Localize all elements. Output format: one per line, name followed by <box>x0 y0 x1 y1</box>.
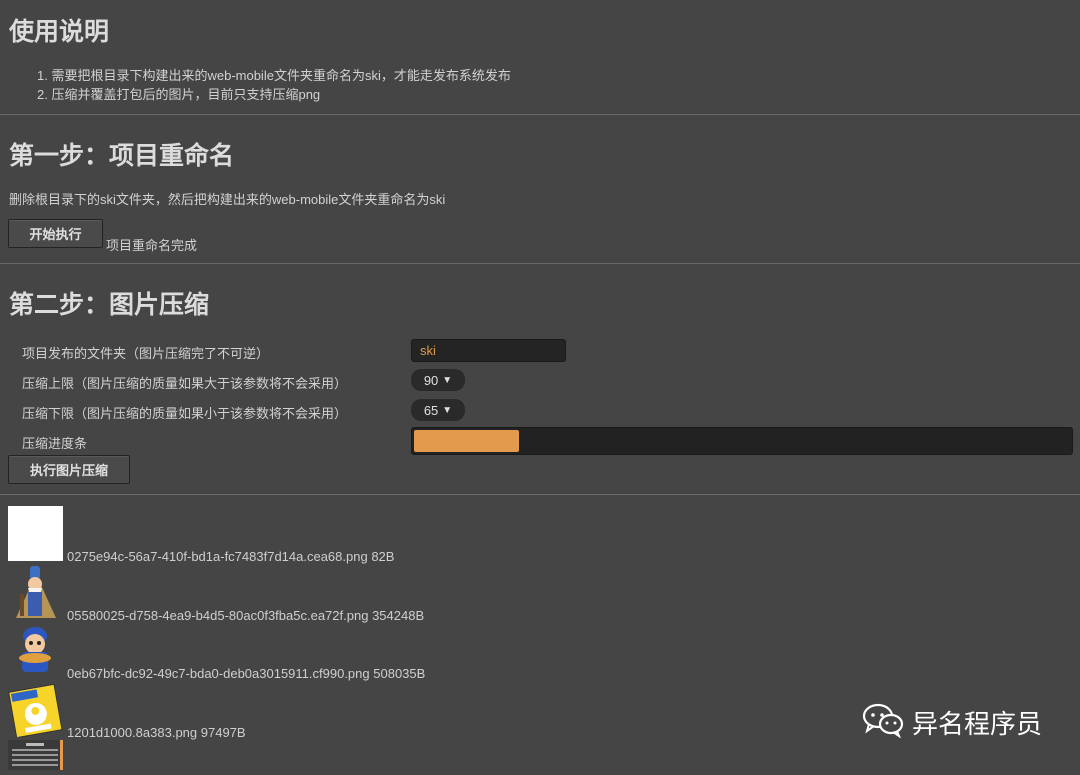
max-quality-label: 压缩上限（图片压缩的质量如果大于该参数将不会采用） <box>22 373 347 392</box>
start-rename-button[interactable]: 开始执行 <box>8 219 103 248</box>
compress-images-button[interactable]: 执行图片压缩 <box>8 455 130 484</box>
divider <box>0 114 1080 115</box>
min-quality-select[interactable]: 65 ▼ <box>411 399 465 421</box>
folder-label: 项目发布的文件夹（图片压缩完了不可逆） <box>22 343 269 362</box>
chevron-down-icon: ▼ <box>442 405 452 416</box>
progress-label: 压缩进度条 <box>22 433 87 452</box>
folder-input[interactable]: ski <box>411 339 566 362</box>
wizard-character-icon <box>8 564 63 619</box>
watermark: 异名程序员 <box>862 702 1042 743</box>
list-item: 05580025-d758-4ea9-b4d5-80ac0f3fba5c.ea7… <box>67 608 424 623</box>
usage-title: 使用说明 <box>9 12 109 48</box>
list-item: 1201d1000.8a383.png 97497B <box>67 725 246 740</box>
list-item: 0275e94c-56a7-410f-bd1a-fc7483f7d14a.cea… <box>67 549 394 564</box>
list-item: 0eb67bfc-dc92-49c7-bda0-deb0a3015911.cf9… <box>67 666 425 681</box>
step2-title: 第二步：图片压缩 <box>9 285 209 321</box>
usage-item-1: 1. 需要把根目录下构建出来的web-mobile文件夹重命名为ski，才能走发… <box>37 65 511 84</box>
yellow-badge-icon <box>8 682 63 737</box>
min-quality-value: 65 <box>424 403 438 418</box>
divider <box>0 494 1080 495</box>
divider <box>0 263 1080 264</box>
max-quality-value: 90 <box>424 373 438 388</box>
blue-character-icon <box>8 622 63 677</box>
usage-item-2: 2. 压缩并覆盖打包后的图片，目前只支持压缩png <box>37 84 320 103</box>
max-quality-select[interactable]: 90 ▼ <box>411 369 465 391</box>
chevron-down-icon: ▼ <box>442 375 452 386</box>
step1-description: 删除根目录下的ski文件夹，然后把构建出来的web-mobile文件夹重命名为s… <box>9 189 445 208</box>
blank-image-icon <box>8 506 63 561</box>
step1-title: 第一步：项目重命名 <box>9 136 234 172</box>
rename-status: 项目重命名完成 <box>106 235 197 254</box>
progress-fill <box>414 430 519 452</box>
wechat-icon <box>862 702 904 743</box>
min-quality-label: 压缩下限（图片压缩的质量如果小于该参数将不会采用） <box>22 403 347 422</box>
partial-thumbnail <box>8 740 63 770</box>
watermark-text: 异名程序员 <box>912 704 1042 741</box>
compress-progress-bar <box>411 427 1073 455</box>
